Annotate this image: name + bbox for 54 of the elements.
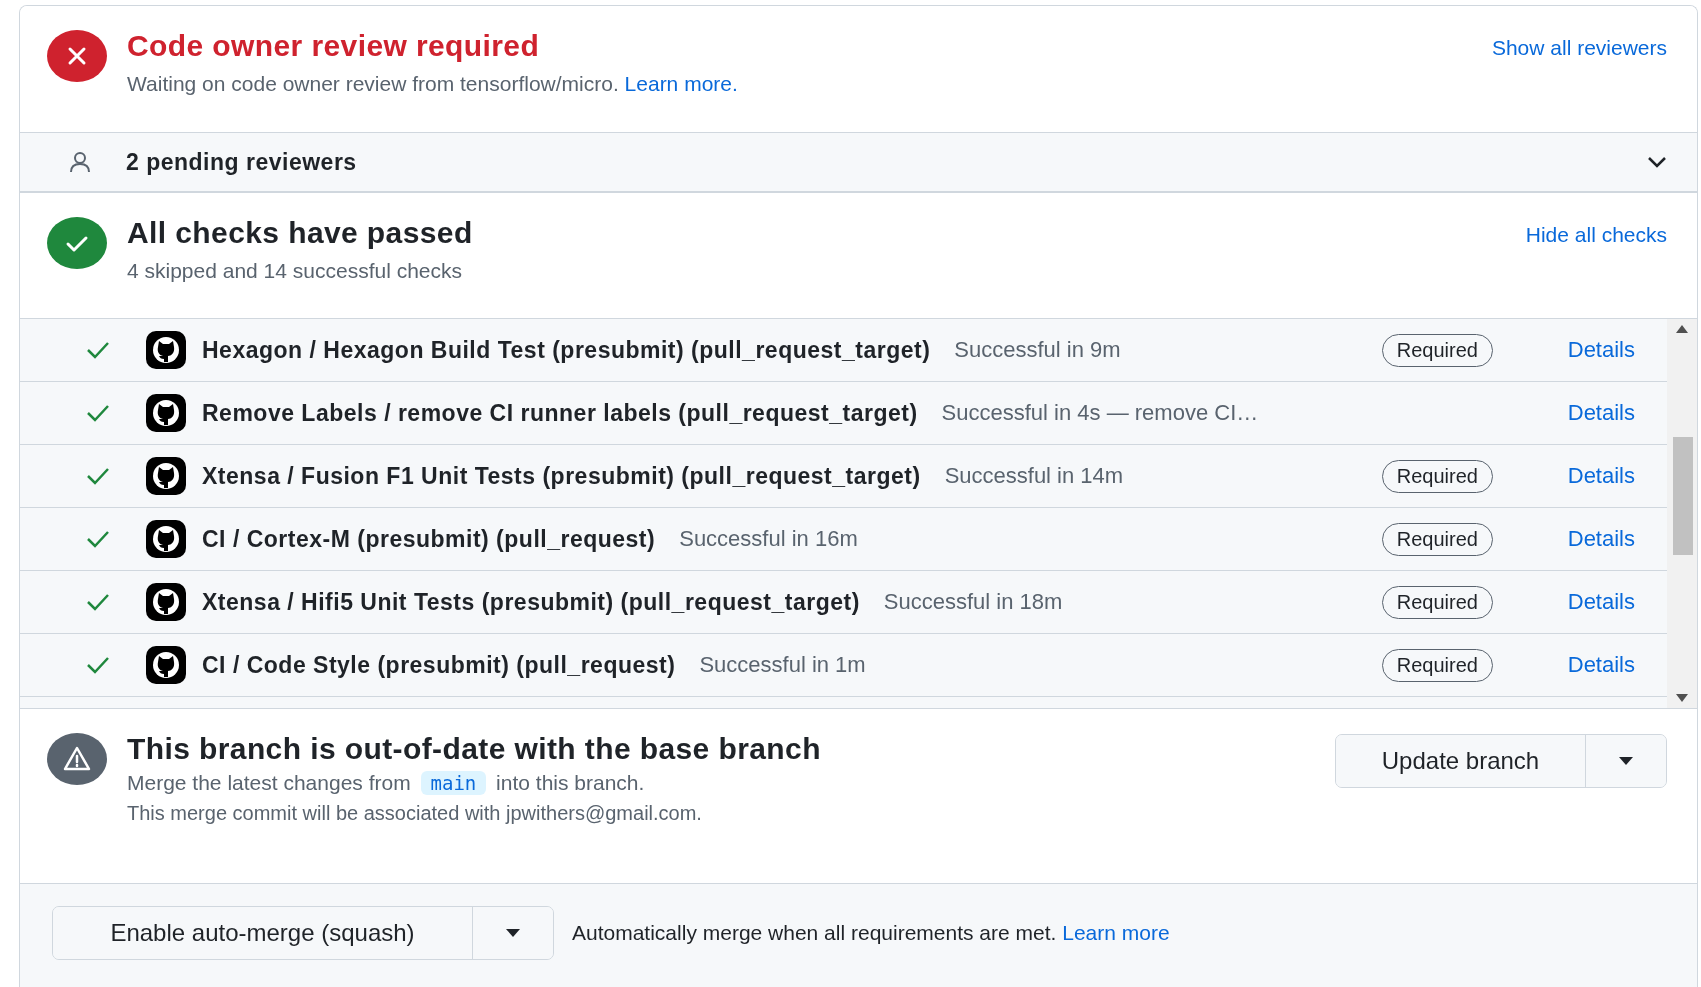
- check-name: Xtensa / Hifi5 Unit Tests (presubmit) (pull_request_target): [202, 588, 860, 616]
- branch-title: This branch is out-of-date with the base branch: [127, 731, 822, 767]
- check-name: CI / Cortex-M (presubmit) (pull_request): [202, 525, 656, 553]
- logo-icon: [146, 520, 186, 558]
- check-status: Successful in 18m: [883, 589, 1064, 615]
- check-icon: [86, 341, 110, 359]
- update-branch-button[interactable]: Update branch: [1336, 735, 1586, 787]
- hide-checks-link[interactable]: Hide all checks: [1525, 223, 1667, 247]
- check-name: Xtensa / Fusion F1 Unit Tests (presubmit) (pull_request_target): [202, 462, 921, 490]
- logo-icon: [146, 646, 186, 684]
- check-status: Successful in 9m: [954, 337, 1122, 363]
- person-icon: [68, 150, 92, 174]
- commit-note: This merge commit will be associated with jpwithers@gmail.com.: [127, 801, 703, 826]
- checks-title: All checks have passed: [127, 215, 474, 251]
- pending-reviewers-bar[interactable]: 2 pending reviewers: [20, 133, 1697, 193]
- details-link[interactable]: Details: [1567, 652, 1635, 678]
- check-icon: [86, 593, 110, 611]
- logo-icon: [146, 583, 186, 621]
- logo-icon: [146, 331, 186, 369]
- check-name: Remove Labels / remove CI runner labels (pull_request_target): [202, 399, 918, 427]
- show-reviewers-link[interactable]: Show all reviewers: [1491, 36, 1667, 60]
- caret-icon: [1618, 756, 1634, 766]
- check-status: Successful in 4s — remove CI…: [941, 400, 1260, 426]
- logo-icon: [146, 394, 186, 432]
- scroll-up-icon: [1676, 325, 1688, 333]
- check-icon: [86, 656, 110, 674]
- learn-more-link[interactable]: Learn more: [1062, 921, 1170, 944]
- learn-more-link[interactable]: Learn more.: [624, 72, 738, 95]
- details-link[interactable]: Details: [1567, 526, 1635, 552]
- details-link[interactable]: Details: [1567, 463, 1635, 489]
- details-link[interactable]: Details: [1567, 589, 1635, 615]
- check-icon: [86, 467, 110, 485]
- review-title: Code owner review required: [127, 28, 541, 64]
- pending-reviewers-label: 2 pending reviewers: [126, 148, 358, 176]
- check-status: Successful in 16m: [679, 526, 859, 552]
- check-name: CI / Code Style (presubmit) (pull_request): [202, 651, 676, 679]
- scrollbar-thumb[interactable]: [1673, 437, 1693, 555]
- review-description: Waiting on code owner review from tensorflow/micro. Learn more.: [127, 71, 739, 97]
- check-icon: [86, 530, 110, 548]
- auto-merge-note: Automatically merge when all requirements are met. Learn more: [572, 921, 1170, 945]
- scrollbar[interactable]: [1667, 319, 1697, 708]
- logo-icon: [146, 457, 186, 495]
- details-link[interactable]: Details: [1567, 400, 1635, 426]
- checks-summary: 4 skipped and 14 successful checks: [127, 258, 464, 284]
- check-status: Successful in 14m: [944, 463, 1125, 489]
- merge-description: Merge the latest changes from main into this branch.: [127, 770, 646, 797]
- auto-merge-button[interactable]: Enable auto-merge (squash): [53, 907, 473, 959]
- check-name: Hexagon / Hexagon Build Test (presubmit) (pull_request_target): [202, 336, 931, 364]
- scroll-down-icon: [1676, 694, 1688, 702]
- check-icon: [86, 404, 110, 422]
- branch-name: main: [420, 771, 487, 795]
- details-link[interactable]: Details: [1567, 337, 1635, 363]
- check-status: Successful in 1m: [699, 652, 867, 678]
- caret-icon: [505, 928, 521, 938]
